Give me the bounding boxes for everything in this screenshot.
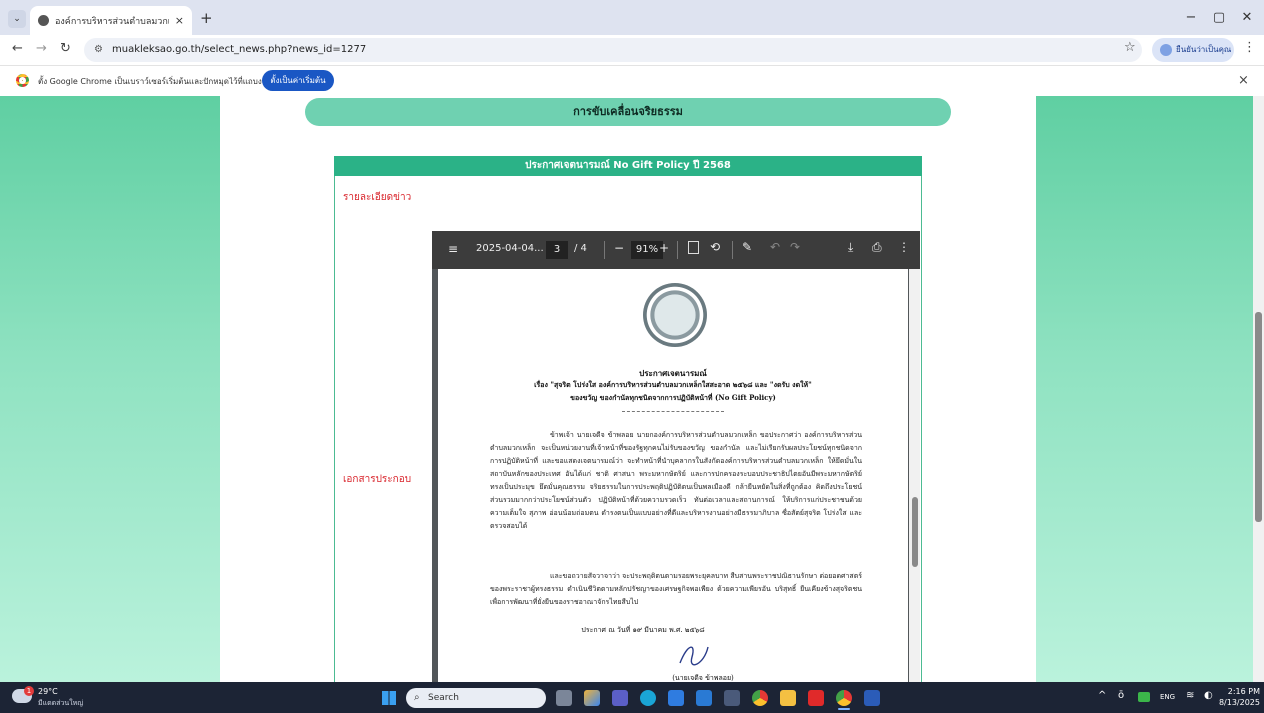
doc-subject-line-2: ของขวัญ ของกำนัลทุกชนิดจากการปฏิบัติหน้า… bbox=[570, 393, 776, 402]
new-tab-button[interactable]: + bbox=[200, 9, 213, 27]
page-scrollbar-thumb[interactable] bbox=[1255, 312, 1262, 522]
weather-temp: 29°C bbox=[38, 687, 58, 696]
word-icon[interactable] bbox=[864, 690, 880, 706]
chrome-active-icon[interactable] bbox=[836, 690, 852, 706]
doc-paragraph-2: และขอถวายสัจวาจาว่า จะประพฤติตนตามรอยพระ… bbox=[490, 572, 862, 606]
left-decor-panel bbox=[0, 96, 220, 682]
pdf-menu-icon[interactable]: ≡ bbox=[448, 242, 458, 256]
pdf-divider bbox=[732, 241, 733, 259]
bookmark-star-icon[interactable]: ☆ bbox=[1124, 40, 1136, 55]
site-favicon-icon bbox=[38, 15, 49, 26]
annotate-pen-icon[interactable]: ✎ bbox=[742, 240, 752, 254]
reload-icon[interactable]: ↻ bbox=[60, 41, 71, 56]
profile-label: ยืนยันว่าเป็นคุณ bbox=[1176, 45, 1232, 54]
section-title: การขับเคลื่อนจริยธรรม bbox=[573, 105, 683, 118]
rotate-icon[interactable]: ⟲ bbox=[710, 240, 720, 254]
doc-signer: (นายเจดีจ ข้าพลอย) bbox=[672, 674, 734, 682]
store-icon[interactable] bbox=[668, 690, 684, 706]
doc-divider bbox=[622, 411, 724, 412]
profile-button[interactable]: ยืนยันว่าเป็นคุณ bbox=[1152, 38, 1234, 62]
doc-date-line: ประกาศ ณ วันที่ ๑๙ มีนาคม พ.ศ. ๒๕๖๘ bbox=[581, 626, 705, 634]
edge-icon[interactable] bbox=[640, 690, 656, 706]
infobar-close-icon[interactable]: × bbox=[1238, 73, 1249, 88]
pdf-page-total: / 4 bbox=[574, 243, 587, 254]
right-decor-panel bbox=[1036, 96, 1253, 682]
tray-app-icon[interactable]: ō bbox=[1118, 690, 1124, 701]
redo-icon[interactable]: ↷ bbox=[790, 240, 800, 254]
doc-subject-line-1: เรื่อง "สุจริต โปร่งใส องค์การบริหารส่วน… bbox=[534, 380, 812, 389]
outlook-icon[interactable] bbox=[696, 690, 712, 706]
pdf-divider bbox=[604, 241, 605, 259]
pdf-toolbar: ≡ 2025-04-04... 3 / 4 − 91% + ⟲ ✎ ↶ ↷ ⤓ … bbox=[432, 231, 920, 269]
volume-icon[interactable]: ◐ bbox=[1204, 690, 1213, 701]
maximize-button[interactable]: ▢ bbox=[1208, 8, 1230, 28]
pdf-scrollbar-track[interactable] bbox=[909, 269, 920, 682]
doc-paragraph-1: ข้าพเจ้า นายเจดีจ ข้าพลอย นายกองค์การบริ… bbox=[490, 431, 862, 530]
forward-arrow-icon[interactable]: → bbox=[36, 41, 47, 56]
zoom-out-button[interactable]: − bbox=[614, 241, 624, 255]
teams-icon[interactable] bbox=[612, 690, 628, 706]
tab-close-icon[interactable]: × bbox=[175, 14, 184, 27]
attachment-label: เอกสารประกอบ bbox=[343, 474, 412, 485]
address-bar[interactable]: ⚙ muakleksao.go.th/select_news.php?news_… bbox=[84, 38, 1142, 62]
set-default-button[interactable]: ตั้งเป็นค่าเริ่มต้น bbox=[262, 70, 334, 91]
url-text: muakleksao.go.th/select_news.php?news_id… bbox=[112, 44, 367, 55]
language-indicator[interactable]: ENG bbox=[1160, 693, 1175, 701]
taskbar-search[interactable]: ⌕ Search bbox=[406, 688, 546, 708]
detail-label: รายละเอียดข่าว bbox=[343, 192, 412, 203]
pdf-filename: 2025-04-04... bbox=[476, 243, 544, 254]
tab-search-button[interactable]: ⌄ bbox=[8, 10, 26, 28]
minimize-button[interactable]: − bbox=[1180, 8, 1202, 28]
pdf-page: ประกาศเจตนารมณ์ เรื่อง "สุจริต โปร่งใส อ… bbox=[438, 269, 908, 682]
site-info-icon[interactable]: ⚙ bbox=[94, 38, 103, 62]
app-icon[interactable] bbox=[724, 690, 740, 706]
zoom-in-button[interactable]: + bbox=[659, 241, 669, 255]
print-icon[interactable]: ⎙ bbox=[872, 240, 882, 255]
windows-taskbar bbox=[0, 682, 1264, 713]
download-icon[interactable]: ⤓ bbox=[848, 240, 853, 255]
browser-tab[interactable]: องค์การบริหารส่วนตำบลมวกเหล็ก อ × bbox=[30, 6, 192, 35]
pdf-more-icon[interactable]: ⋮ bbox=[898, 240, 910, 254]
municipal-seal-logo bbox=[643, 283, 707, 347]
back-arrow-icon[interactable]: ← bbox=[12, 41, 23, 56]
fit-page-icon[interactable] bbox=[688, 241, 699, 254]
news-title-bar: ประกาศเจตนารมณ์ No Gift Policy ปี 2568 bbox=[334, 156, 922, 176]
profile-avatar-icon bbox=[1160, 43, 1172, 56]
search-icon: ⌕ bbox=[414, 692, 420, 703]
task-view-icon[interactable] bbox=[556, 690, 572, 706]
search-placeholder: Search bbox=[428, 693, 459, 703]
weather-text: มีแดดส่วนใหญ่ bbox=[38, 699, 84, 707]
copilot-icon[interactable] bbox=[584, 690, 600, 706]
youtube-icon[interactable] bbox=[808, 690, 824, 706]
clock-time[interactable]: 2:16 PM bbox=[1222, 687, 1260, 696]
weather-alert-badge: 1 bbox=[24, 686, 34, 696]
close-window-button[interactable]: ✕ bbox=[1236, 8, 1258, 28]
pdf-divider bbox=[677, 241, 678, 259]
news-title: ประกาศเจตนารมณ์ No Gift Policy ปี 2568 bbox=[525, 160, 731, 171]
file-explorer-icon[interactable] bbox=[780, 690, 796, 706]
section-title-bar: การขับเคลื่อนจริยธรรม bbox=[305, 98, 951, 126]
infobar-message: ตั้ง Google Chrome เป็นเบราว์เซอร์เริ่มต… bbox=[38, 77, 272, 86]
chrome-pinned-icon[interactable] bbox=[752, 690, 768, 706]
doc-heading: ประกาศเจตนารมณ์ bbox=[639, 368, 707, 378]
active-app-indicator bbox=[838, 708, 850, 710]
windows-start-icon[interactable] bbox=[382, 691, 396, 705]
tray-green-icon[interactable] bbox=[1138, 692, 1150, 702]
pdf-page-input[interactable]: 3 bbox=[546, 241, 568, 259]
tray-chevron-icon[interactable]: ^ bbox=[1098, 690, 1106, 701]
clock-date[interactable]: 8/13/2025 bbox=[1214, 698, 1260, 707]
pdf-scrollbar-thumb[interactable] bbox=[912, 497, 918, 567]
wifi-icon[interactable]: ≋ bbox=[1186, 690, 1194, 701]
chrome-logo-icon bbox=[16, 74, 29, 87]
signature-scribble bbox=[674, 641, 714, 669]
tab-title: องค์การบริหารส่วนตำบลมวกเหล็ก อ bbox=[55, 16, 169, 27]
chrome-menu-icon[interactable]: ⋮ bbox=[1243, 40, 1256, 55]
undo-icon[interactable]: ↶ bbox=[770, 240, 780, 254]
